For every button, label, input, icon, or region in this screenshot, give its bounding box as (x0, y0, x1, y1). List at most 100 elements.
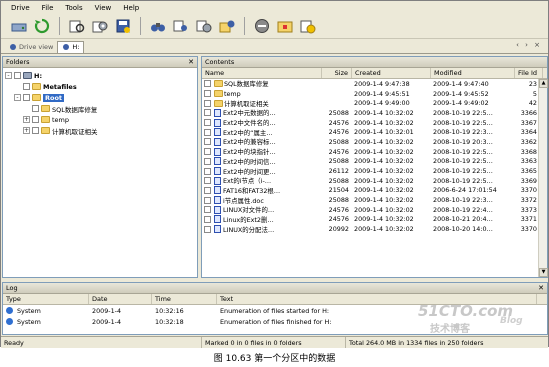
scroll-up-icon[interactable]: ▲ (539, 79, 548, 88)
about-button[interactable] (298, 16, 318, 36)
word-document-icon (214, 186, 221, 195)
word-document-icon (214, 108, 221, 117)
checkbox[interactable] (204, 157, 211, 165)
checkbox[interactable] (204, 225, 211, 233)
checkbox[interactable] (204, 177, 211, 185)
checkbox[interactable] (204, 109, 211, 117)
col-date[interactable]: Date (89, 294, 152, 304)
file-row[interactable]: i节点属性.doc 25088 2009-1-4 10:32:02 2008-10-1… (202, 195, 547, 205)
checkbox[interactable] (204, 196, 211, 204)
checkbox[interactable] (204, 167, 211, 175)
checkbox[interactable] (204, 186, 211, 194)
checkbox[interactable] (204, 206, 211, 214)
expander-icon[interactable]: + (23, 116, 30, 123)
file-row[interactable]: Ext2中文件名的… 24576 2009-1-4 10:32:02 2008-10-… (202, 118, 547, 128)
col-modified[interactable]: Modified (431, 68, 515, 78)
file-row[interactable]: Ext2中的块指针… 24576 2009-1-4 10:32:02 2008-10-… (202, 147, 547, 157)
checkbox[interactable] (23, 94, 30, 101)
checkbox[interactable] (204, 119, 211, 127)
file-row[interactable]: Linux的Ext2删… 24576 2009-1-4 10:32:02 2008-1… (202, 215, 547, 225)
col-size[interactable]: Size (322, 68, 352, 78)
export-button[interactable] (113, 16, 133, 36)
scan-button[interactable] (67, 16, 87, 36)
options-button[interactable] (194, 16, 214, 36)
file-id: 3373 (520, 205, 537, 214)
open-drive-button[interactable] (9, 16, 29, 36)
col-name[interactable]: Name (202, 68, 322, 78)
file-row[interactable]: SQL数据库修复 2009-1-4 9:47:38 2009-1-4 9:47:40… (202, 79, 547, 89)
file-created: 2009-1-4 10:32:02 (354, 225, 414, 234)
folder-button[interactable] (275, 16, 295, 36)
gear-icon (92, 21, 108, 33)
expander-icon[interactable]: - (5, 72, 12, 79)
file-size: 24576 (328, 215, 349, 224)
close-icon[interactable]: ✕ (188, 58, 194, 66)
expander-icon[interactable]: - (14, 94, 21, 101)
tab-label: Drive view (19, 42, 54, 51)
checkbox[interactable] (23, 83, 30, 90)
tree-item[interactable]: - H: (5, 70, 195, 81)
file-row[interactable]: Ext2中的时间信… 25088 2009-1-4 10:32:02 2008-10-… (202, 157, 547, 167)
file-row[interactable]: Ext2中的时间更… 26112 2009-1-4 10:32:02 2008-10-… (202, 166, 547, 176)
tree-item[interactable]: + temp (5, 114, 195, 125)
file-modified: 2008-10-19 22:3… (433, 128, 493, 137)
menu-view[interactable]: View (95, 4, 112, 12)
tab-drive-view[interactable]: Drive view (5, 41, 57, 53)
checkbox[interactable] (204, 80, 211, 88)
file-row[interactable]: temp 2009-1-4 9:45:51 2009-1-4 9:45:52 5 (202, 89, 547, 99)
checkbox[interactable] (32, 105, 39, 112)
checkbox[interactable] (14, 72, 21, 79)
file-row[interactable]: LINUX的分配法… 20992 2009-1-4 10:32:02 2008-10-… (202, 224, 547, 234)
expander-icon[interactable]: + (23, 127, 30, 134)
close-icon[interactable]: ✕ (538, 284, 544, 292)
checkbox[interactable] (204, 215, 211, 223)
checkbox[interactable] (204, 99, 211, 107)
col-file-id[interactable]: File Id (515, 68, 543, 78)
menu-help[interactable]: Help (123, 4, 139, 12)
file-row[interactable]: FAT16和FAT32根… 21504 2009-1-4 10:32:02 2006-… (202, 186, 547, 196)
scroll-down-icon[interactable]: ▼ (539, 268, 548, 277)
contents-scrollbar[interactable]: ▲ ▼ (538, 79, 548, 277)
checkbox[interactable] (204, 148, 211, 156)
file-modified: 2009-1-4 9:45:52 (433, 89, 489, 98)
file-row[interactable]: LINUX对文件的… 24576 2009-1-4 10:32:02 2008-10-… (202, 205, 547, 215)
tab-navigation[interactable]: ‹ › × (516, 41, 542, 49)
recover-button[interactable] (217, 16, 237, 36)
menu-file[interactable]: File (42, 4, 54, 12)
col-time[interactable]: Time (152, 294, 217, 304)
col-created[interactable]: Created (352, 68, 431, 78)
checkbox[interactable] (32, 116, 39, 123)
tree-item[interactable]: Metafiles (5, 81, 195, 92)
file-row[interactable]: Ext2中的“属主… 24576 2009-1-4 10:32:01 2008-10-… (202, 127, 547, 137)
status-total: Total 264.0 MB in 1334 files in 250 fold… (349, 338, 484, 347)
file-row[interactable]: 计算机取证相关 2009-1-4 9:49:00 2009-1-4 9:49:02 4… (202, 98, 547, 108)
file-row[interactable]: Ext的i节点（i-… 25088 2009-1-4 10:32:02 2008-10… (202, 176, 547, 186)
tree-item[interactable]: SQL数据库修复 (5, 103, 195, 114)
settings-button[interactable] (90, 16, 110, 36)
file-row[interactable]: Ext2中的兼容标… 25088 2009-1-4 10:32:02 2008-10-… (202, 137, 547, 147)
checkbox[interactable] (204, 90, 211, 98)
menu-drive[interactable]: Drive (11, 4, 30, 12)
file-modified: 2008-10-19 22:4… (433, 205, 493, 214)
folders-pane-header: Folders ✕ (3, 57, 197, 68)
refresh-button[interactable] (32, 16, 52, 36)
col-type[interactable]: Type (3, 294, 89, 304)
file-name: Linux的Ext2删… (223, 215, 274, 224)
checkbox[interactable] (204, 138, 211, 146)
menu-tools[interactable]: Tools (65, 4, 82, 12)
tab-h-drive[interactable]: H: (57, 40, 85, 53)
tree-item[interactable]: - Root (5, 92, 195, 103)
file-size: 24576 (328, 147, 349, 156)
file-id: 3364 (520, 128, 537, 137)
file-id: 23 (528, 79, 537, 88)
file-row[interactable]: Ext2中元数据的… 25088 2009-1-4 10:32:02 2008-10-… (202, 108, 547, 118)
toolbar (1, 14, 548, 39)
tree-item-label: SQL数据库修复 (52, 105, 98, 114)
tree-item-label: Metafiles (43, 82, 77, 91)
stop-button[interactable] (252, 16, 272, 36)
search-button[interactable] (148, 16, 168, 36)
checkbox[interactable] (204, 128, 211, 136)
checkbox[interactable] (32, 127, 39, 134)
find-files-button[interactable] (171, 16, 191, 36)
tree-item[interactable]: + 计算机取证相关 (5, 125, 195, 136)
